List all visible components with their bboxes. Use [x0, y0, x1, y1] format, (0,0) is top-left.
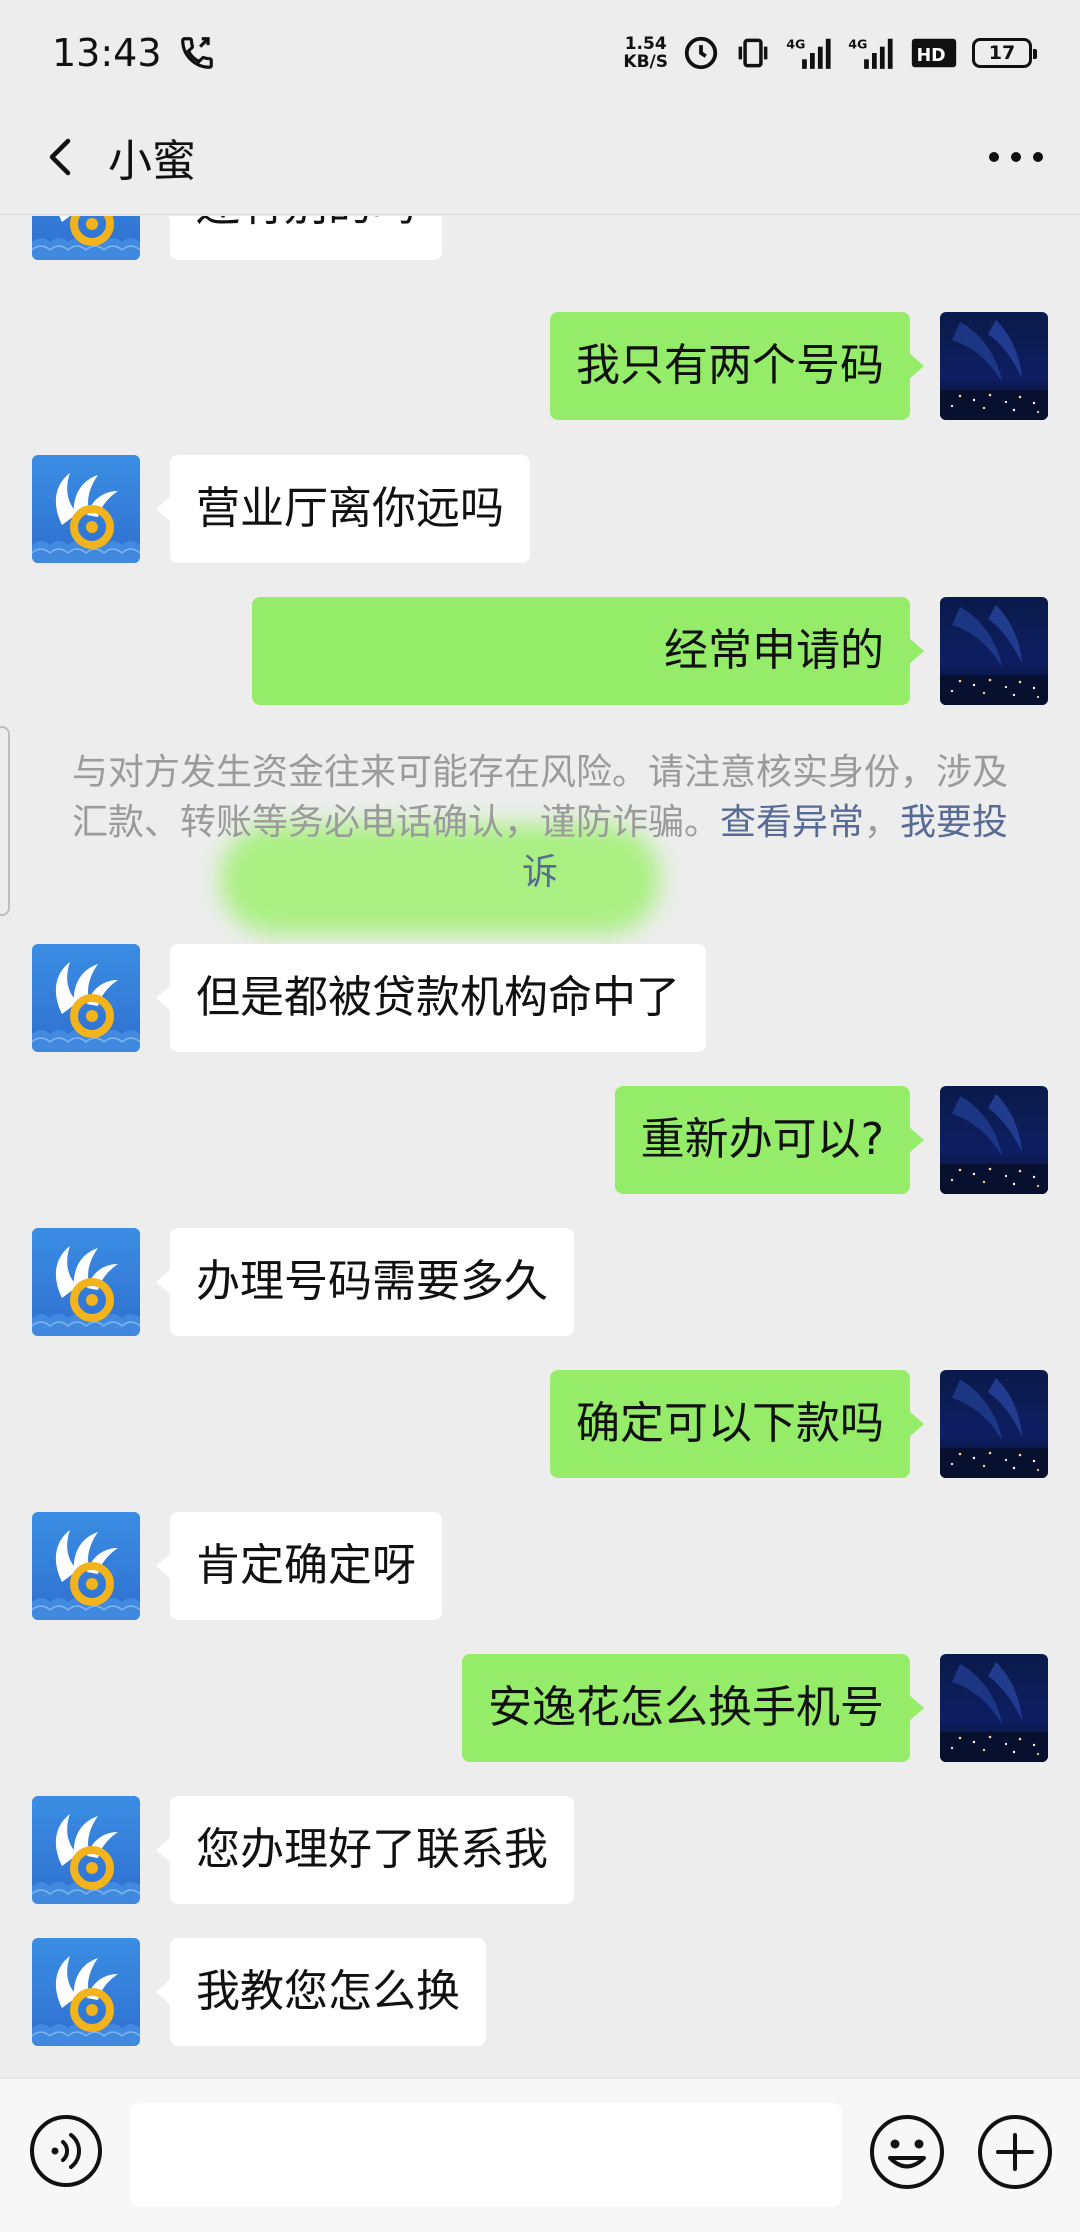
chat-title: 小蜜 [108, 136, 196, 187]
message-bubble-sent[interactable]: 经常申请的 [252, 597, 924, 705]
signal-icon-sim1: 4G [786, 34, 834, 72]
svg-text:4G: 4G [786, 36, 805, 51]
contact-avatar[interactable] [32, 944, 140, 1052]
user-avatar[interactable] [940, 597, 1048, 705]
user-avatar[interactable] [940, 312, 1048, 420]
voice-icon[interactable] [28, 2113, 104, 2189]
vibrate-icon [734, 34, 772, 72]
contact-avatar[interactable] [32, 1938, 140, 2046]
contact-avatar[interactable] [32, 1796, 140, 1904]
message-bubble-received[interactable]: 您办理好了联系我 [156, 1796, 574, 1904]
plus-icon[interactable] [976, 2113, 1054, 2191]
contact-avatar[interactable] [32, 216, 140, 260]
ellipsis-icon[interactable] [980, 127, 1052, 187]
status-bar: 13:43 1.54 KB/S 4G 4G HD 17 [0, 0, 1080, 105]
message-list[interactable]: 还有别的吗 我只有两个号码 营业厅离你远吗 经常申请的 与对方发生资金往来可能存… [0, 216, 1080, 2078]
user-avatar[interactable] [940, 1086, 1048, 1194]
hd-voice-icon: HD [910, 34, 958, 72]
network-speed: 1.54 KB/S [623, 33, 668, 72]
contact-avatar[interactable] [32, 1228, 140, 1336]
signal-icon-sim2: 4G [848, 34, 896, 72]
chat-input-bar [0, 2078, 1080, 2232]
message-bubble-sent[interactable]: 安逸花怎么换手机号 [462, 1654, 924, 1762]
view-abnormal-link[interactable]: 查看异常 [720, 802, 864, 843]
svg-text:HD: HD [917, 45, 946, 65]
message-bubble-sent[interactable]: 确定可以下款吗 [550, 1370, 924, 1478]
svg-text:4G: 4G [848, 36, 867, 51]
message-bubble-received[interactable]: 肯定确定呀 [156, 1512, 442, 1620]
user-avatar[interactable] [940, 1654, 1048, 1762]
phone-call-icon [178, 34, 216, 72]
message-bubble-received[interactable]: 办理号码需要多久 [156, 1228, 574, 1336]
message-input[interactable] [130, 2103, 842, 2207]
alarm-clock-icon [682, 34, 720, 72]
contact-avatar[interactable] [32, 1512, 140, 1620]
emoji-icon[interactable] [868, 2113, 946, 2191]
battery-indicator: 17 [972, 37, 1037, 68]
chat-header: 小蜜 [0, 105, 1080, 215]
chevron-left-icon[interactable] [32, 127, 92, 187]
risk-warning-notice: 与对方发生资金往来可能存在风险。请注意核实身份，涉及汇款、转账等务必电话确认，谨… [71, 752, 1009, 893]
message-bubble-received[interactable]: 还有别的吗 [156, 216, 442, 260]
message-bubble-received[interactable]: 营业厅离你远吗 [156, 455, 530, 563]
message-bubble-sent[interactable]: 重新办可以? [614, 1086, 925, 1194]
user-avatar[interactable] [940, 1370, 1048, 1478]
message-bubble-received[interactable]: 但是都被贷款机构命中了 [156, 944, 706, 1052]
contact-avatar[interactable] [32, 455, 140, 563]
side-drawer-handle[interactable] [0, 726, 10, 916]
message-bubble-sent[interactable]: 我只有两个号码 [550, 312, 924, 420]
status-time: 13:43 [52, 30, 162, 75]
message-bubble-received[interactable]: 我教您怎么换 [156, 1938, 486, 2046]
